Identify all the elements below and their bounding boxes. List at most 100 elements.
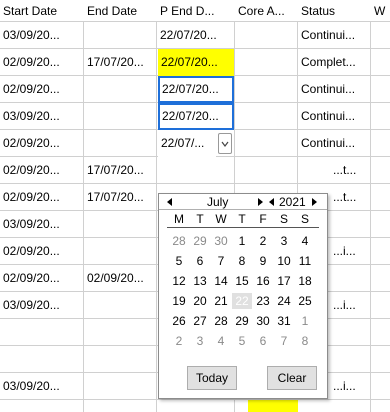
calendar-day[interactable]: 19 [169,293,189,309]
cell-end-date[interactable] [84,76,157,103]
cell-end-date[interactable]: 17/07/20... [84,49,157,76]
calendar-day[interactable]: 26 [169,313,189,329]
cell-end-date[interactable]: 17/07/20... [84,184,157,211]
calendar-day[interactable]: 28 [211,313,231,329]
calendar-day[interactable]: 17 [274,273,294,289]
cell-start-date[interactable]: 02/09/20... [0,49,84,76]
calendar-day[interactable]: 15 [232,273,252,289]
calendar-day[interactable]: 30 [253,313,273,329]
calendar-day[interactable]: 5 [232,333,252,349]
cell-end-date[interactable] [84,22,157,49]
calendar-year-label[interactable]: 2021 [279,194,306,210]
cell-status[interactable]: ...i... [330,292,371,319]
cell-end-date[interactable]: 02/09/20... [84,265,157,292]
calendar-day[interactable]: 13 [190,273,210,289]
calendar-day[interactable]: 24 [274,293,294,309]
cell-status[interactable]: Continui... [298,76,371,103]
cell-status[interactable]: ...t... [330,184,371,211]
cell-p-end-date[interactable]: 22/07/20... [157,22,235,49]
calendar-day-selected[interactable]: 22 [232,293,252,309]
calendar-day[interactable]: 4 [295,233,315,249]
header-p-end-date[interactable]: P End D... [157,0,235,22]
calendar-day[interactable]: 10 [274,253,294,269]
next-year-button[interactable] [309,196,319,208]
cell-p-end-date-highlighted[interactable]: 22/07/20... [158,49,234,76]
cell-p-end-date-selected[interactable]: 22/07/20... [158,76,234,103]
calendar-day[interactable]: 3 [274,233,294,249]
calendar-day[interactable]: 8 [232,253,252,269]
calendar-day[interactable]: 5 [169,253,189,269]
cell-end-date[interactable] [84,373,157,400]
calendar-day[interactable]: 8 [295,333,315,349]
weekday-label: W [215,212,227,226]
cell-status[interactable]: ...i... [330,373,371,400]
cell-start-date[interactable]: 03/09/20... [0,103,84,130]
calendar-day[interactable]: 18 [295,273,315,289]
cell-status[interactable]: Continui... [298,22,371,49]
calendar-day[interactable]: 30 [211,233,231,249]
calendar-day[interactable]: 3 [190,333,210,349]
cell-start-date[interactable]: 03/09/20... [0,373,84,400]
calendar-day[interactable]: 4 [211,333,231,349]
cell-end-date[interactable] [84,130,157,157]
calendar-day[interactable]: 2 [253,233,273,249]
calendar-day[interactable]: 31 [274,313,294,329]
calendar-day[interactable]: 27 [190,313,210,329]
calendar-month-label[interactable]: July [207,194,228,210]
calendar-day[interactable]: 6 [253,333,273,349]
cell-status[interactable]: Continui... [298,103,371,130]
cell-end-date[interactable] [84,292,157,319]
calendar-day[interactable]: 23 [253,293,273,309]
clear-button[interactable]: Clear [267,366,317,390]
cell-start-date[interactable]: 02/09/20... [0,184,84,211]
header-w[interactable]: W [371,0,390,22]
calendar-day[interactable]: 20 [190,293,210,309]
header-start-date[interactable]: Start Date [0,0,84,22]
calendar-day[interactable]: 1 [295,313,315,329]
prev-year-button[interactable] [267,196,277,208]
cell-end-date[interactable] [84,238,157,265]
cell-status[interactable]: ...i... [330,238,371,265]
cell-start-date[interactable]: 03/09/20... [0,211,84,238]
weekday-header: M T W T F S S [159,211,327,227]
calendar-day[interactable]: 14 [211,273,231,289]
header-end-date[interactable]: End Date [84,0,157,22]
cell-status[interactable]: Continui... [298,130,371,157]
calendar-day[interactable]: 9 [253,253,273,269]
cell-status[interactable]: ...t... [330,157,371,184]
calendar-day[interactable]: 2 [169,333,189,349]
cell-start-date[interactable]: 02/09/20... [0,265,84,292]
calendar-day[interactable]: 1 [232,233,252,249]
header-core-a[interactable]: Core A... [235,0,298,22]
cell-start-date[interactable]: 02/09/20... [0,238,84,265]
cell-start-date[interactable]: 03/09/20... [0,292,84,319]
cell-end-date[interactable]: 17/07/20... [84,157,157,184]
cell-status[interactable]: Complet... [298,49,371,76]
cell-start-date[interactable]: 02/09/20... [0,130,84,157]
next-month-button[interactable] [255,196,265,208]
calendar-day[interactable]: 7 [274,333,294,349]
cell-core-a-highlighted[interactable] [248,400,298,412]
calendar-day[interactable]: 29 [190,233,210,249]
cell-start-date[interactable]: 02/09/20... [0,76,84,103]
calendar-day[interactable]: 25 [295,293,315,309]
calendar-day[interactable]: 12 [169,273,189,289]
date-editor-input[interactable]: 22/07/... [158,130,216,157]
calendar-day[interactable]: 11 [295,253,315,269]
calendar-day[interactable]: 7 [211,253,231,269]
header-status[interactable]: Status [298,0,371,22]
today-button[interactable]: Today [187,366,237,390]
cell-end-date[interactable] [84,211,157,238]
cell-start-date[interactable]: 03/09/20... [0,22,84,49]
cell-end-date[interactable] [84,103,157,130]
cell-p-end-date-selected[interactable]: 22/07/20... [158,103,234,130]
calendar-day[interactable]: 28 [169,233,189,249]
calendar-day[interactable]: 16 [253,273,273,289]
weekday-label: M [174,212,184,226]
date-dropdown-button[interactable] [218,133,232,154]
calendar-day[interactable]: 29 [232,313,252,329]
prev-month-button[interactable] [165,196,175,208]
calendar-day[interactable]: 21 [211,293,231,309]
cell-start-date[interactable]: 02/09/20... [0,157,84,184]
calendar-day[interactable]: 6 [190,253,210,269]
